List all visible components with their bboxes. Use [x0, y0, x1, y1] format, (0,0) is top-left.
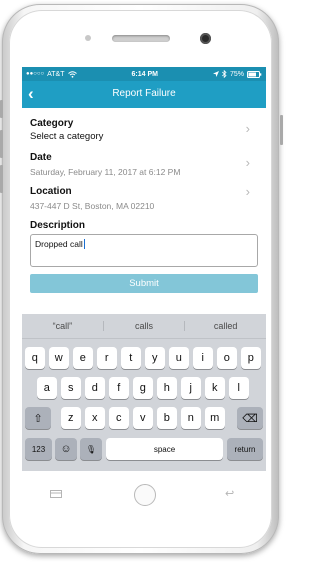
key-q[interactable]: q: [25, 347, 45, 369]
key-l[interactable]: l: [229, 377, 249, 399]
emoji-key[interactable]: ☺: [55, 438, 77, 460]
date-value: Saturday, February 11, 2017 at 6:12 PM: [30, 167, 181, 177]
microphone-key[interactable]: 🎙: [80, 438, 102, 460]
shift-key[interactable]: ⇧: [25, 407, 51, 429]
key-c[interactable]: c: [109, 407, 129, 429]
category-label: Category: [30, 118, 74, 129]
location-value: 437-447 D St, Boston, MA 02210: [30, 201, 155, 211]
key-p[interactable]: p: [241, 347, 261, 369]
key-s[interactable]: s: [61, 377, 81, 399]
key-g[interactable]: g: [133, 377, 153, 399]
key-j[interactable]: j: [181, 377, 201, 399]
report-form: Category Select a category › Date Saturd…: [22, 118, 266, 293]
delete-key[interactable]: ⌫: [237, 407, 263, 429]
back-arrow-icon[interactable]: ↩: [225, 487, 234, 500]
status-time: 6:14 PM: [131, 70, 158, 78]
key-f[interactable]: f: [109, 377, 129, 399]
return-key[interactable]: return: [227, 438, 263, 460]
key-i[interactable]: i: [193, 347, 213, 369]
suggestion-item[interactable]: “call”: [22, 321, 103, 331]
description-label: Description: [30, 220, 86, 231]
description-row: Description Dropped call: [30, 220, 258, 267]
category-value: Select a category: [30, 131, 104, 142]
signal-strength-icon: ●●○○○: [26, 71, 45, 77]
key-u[interactable]: u: [169, 347, 189, 369]
key-v[interactable]: v: [133, 407, 153, 429]
key-r[interactable]: r: [97, 347, 117, 369]
app-screen: ●●○○○ AT&T 6:14 PM 75% ‹ Report Failure …: [22, 67, 266, 471]
battery-icon: [246, 70, 262, 78]
proximity-sensor: [85, 35, 91, 41]
key-w[interactable]: w: [49, 347, 69, 369]
chevron-right-icon: ›: [245, 155, 250, 170]
wifi-icon: [67, 70, 77, 78]
chevron-right-icon: ›: [245, 121, 250, 136]
location-label: Location: [30, 186, 72, 197]
earpiece-speaker: [112, 35, 170, 42]
nav-bar: ‹ Report Failure: [22, 81, 266, 108]
recent-apps-icon: [50, 490, 62, 498]
key-h[interactable]: h: [157, 377, 177, 399]
key-k[interactable]: k: [205, 377, 225, 399]
keyboard: “call” calls called q w e r t y u i o p a s d f g h j k l ⇧…: [22, 314, 266, 471]
suggestion-bar: “call” calls called: [22, 314, 266, 339]
key-d[interactable]: d: [85, 377, 105, 399]
key-a[interactable]: a: [37, 377, 57, 399]
carrier-label: AT&T: [47, 70, 65, 78]
description-text: Dropped call: [35, 239, 83, 249]
volume-up-button: [0, 130, 3, 158]
key-z[interactable]: z: [61, 407, 81, 429]
front-camera-icon: [200, 33, 211, 44]
suggestion-item[interactable]: called: [184, 321, 266, 331]
key-y[interactable]: y: [145, 347, 165, 369]
page-title: Report Failure: [112, 88, 176, 99]
battery-percent: 75%: [229, 70, 244, 78]
chevron-right-icon: ›: [245, 184, 250, 199]
date-row[interactable]: Date Saturday, February 11, 2017 at 6:12…: [30, 152, 258, 186]
mute-switch: [0, 100, 3, 118]
location-row[interactable]: Location 437-447 D St, Boston, MA 02210 …: [30, 184, 258, 220]
space-key[interactable]: space: [106, 438, 223, 460]
date-label: Date: [30, 152, 52, 163]
key-e[interactable]: e: [73, 347, 93, 369]
description-input[interactable]: Dropped call: [30, 234, 258, 267]
category-row[interactable]: Category Select a category ›: [30, 118, 258, 152]
status-bar: ●●○○○ AT&T 6:14 PM 75%: [22, 67, 266, 81]
key-b[interactable]: b: [157, 407, 177, 429]
suggestion-item[interactable]: calls: [102, 321, 185, 331]
power-button: [280, 115, 283, 145]
key-t[interactable]: t: [121, 347, 141, 369]
bluetooth-icon: [221, 70, 227, 78]
key-x[interactable]: x: [85, 407, 105, 429]
key-n[interactable]: n: [181, 407, 201, 429]
volume-down-button: [0, 165, 3, 193]
home-button[interactable]: [134, 484, 156, 506]
submit-button[interactable]: Submit: [30, 274, 258, 293]
location-arrow-icon: [212, 71, 219, 77]
key-m[interactable]: m: [205, 407, 225, 429]
key-o[interactable]: o: [217, 347, 237, 369]
numbers-key[interactable]: 123: [25, 438, 52, 460]
text-cursor: [83, 239, 85, 249]
